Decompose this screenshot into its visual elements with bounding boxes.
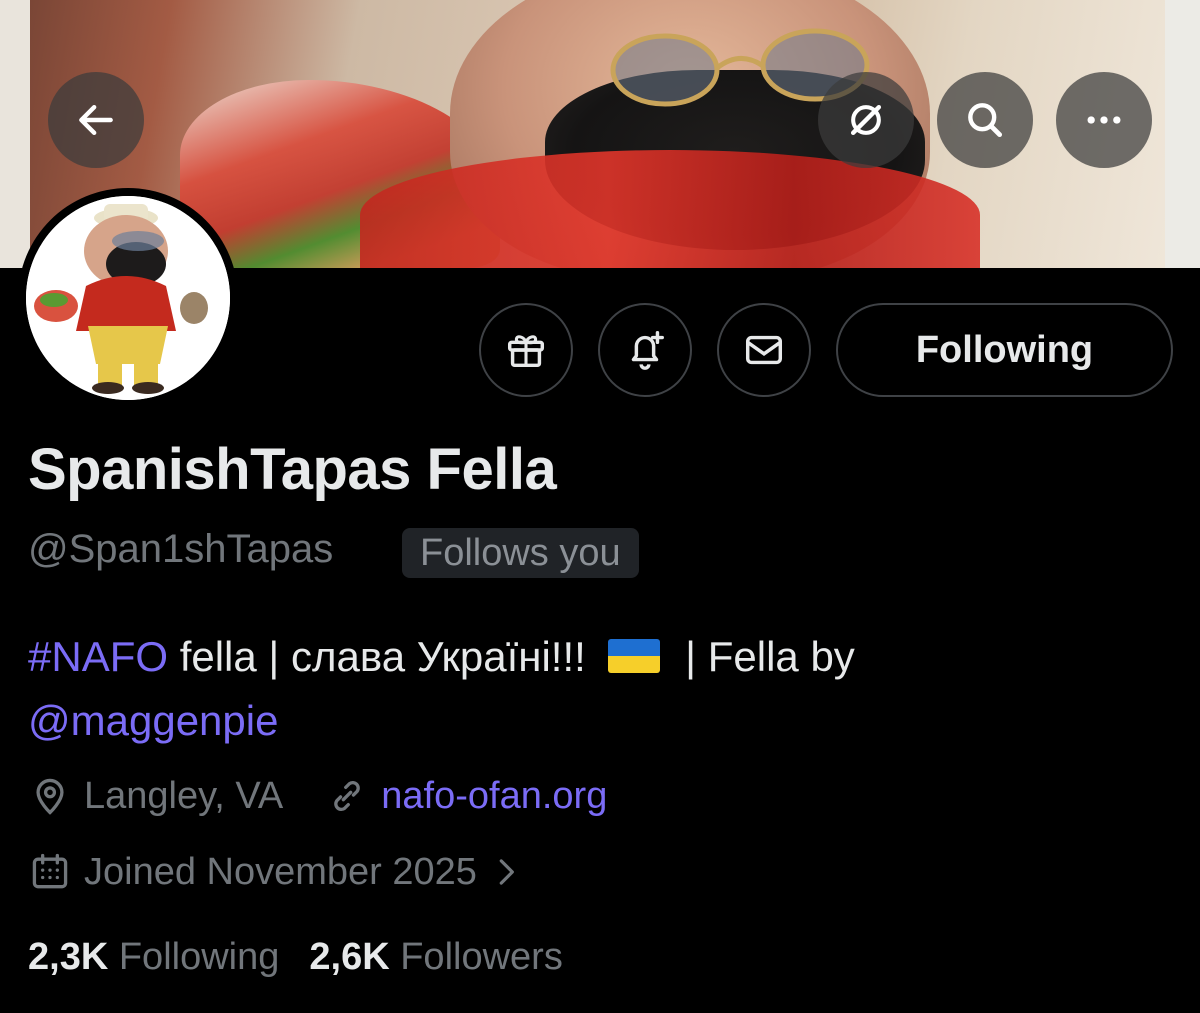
following-button[interactable]: Following — [836, 303, 1173, 397]
grok-button[interactable] — [818, 72, 914, 168]
envelope-icon — [745, 335, 783, 365]
ukraine-flag-icon — [607, 639, 660, 673]
bell-plus-icon — [631, 331, 664, 370]
display-name: SpanishTapas Fella — [28, 437, 557, 502]
search-icon — [968, 103, 1003, 138]
joined-row[interactable]: Joined November 2025 — [28, 850, 525, 894]
more-horizontal-icon — [1087, 116, 1121, 124]
link-icon — [334, 780, 361, 812]
user-handle: @Span1shTapas — [28, 527, 334, 571]
website-link[interactable]: nafo-ofan.org — [381, 775, 607, 818]
followers-stat[interactable]: 2,6K Followers — [309, 936, 562, 979]
profile-bio: #NAFO fella | слава Україні!!! | Fella b… — [28, 625, 1168, 753]
followers-label: Followers — [400, 936, 563, 978]
mention-link[interactable]: @maggenpie — [28, 697, 278, 744]
bio-text-2: | Fella by — [673, 633, 855, 680]
location-pin-icon — [36, 778, 64, 815]
profile-avatar[interactable] — [18, 188, 238, 408]
follow-stats: 2,3K Following 2,6K Followers — [28, 936, 563, 979]
calendar-icon — [32, 853, 68, 889]
bio-text: fella | слава Україні!!! — [168, 633, 598, 680]
avatar-illustration — [26, 196, 230, 400]
search-button[interactable] — [937, 72, 1033, 168]
following-stat[interactable]: 2,3K Following — [28, 936, 279, 979]
follows-you-badge: Follows you — [402, 528, 639, 578]
gift-icon — [507, 335, 545, 368]
gift-button[interactable] — [479, 303, 573, 397]
location-website-row: Langley, VA nafo-ofan.org — [28, 774, 607, 818]
notifications-button[interactable] — [598, 303, 692, 397]
hashtag-link[interactable]: #NAFO — [28, 633, 168, 680]
banner-scarf-illustration — [360, 150, 980, 268]
following-label: Following — [118, 936, 280, 978]
arrow-left-icon — [79, 104, 113, 136]
chevron-right-icon — [499, 859, 514, 885]
following-count: 2,3K — [28, 936, 109, 978]
message-button[interactable] — [717, 303, 811, 397]
joined-text: Joined November 2025 — [84, 850, 477, 893]
location-text: Langley, VA — [84, 774, 284, 817]
more-button[interactable] — [1056, 72, 1152, 168]
grok-icon — [850, 104, 882, 136]
followers-count: 2,6K — [309, 936, 390, 978]
avatar-image — [26, 196, 230, 400]
back-button[interactable] — [48, 72, 144, 168]
